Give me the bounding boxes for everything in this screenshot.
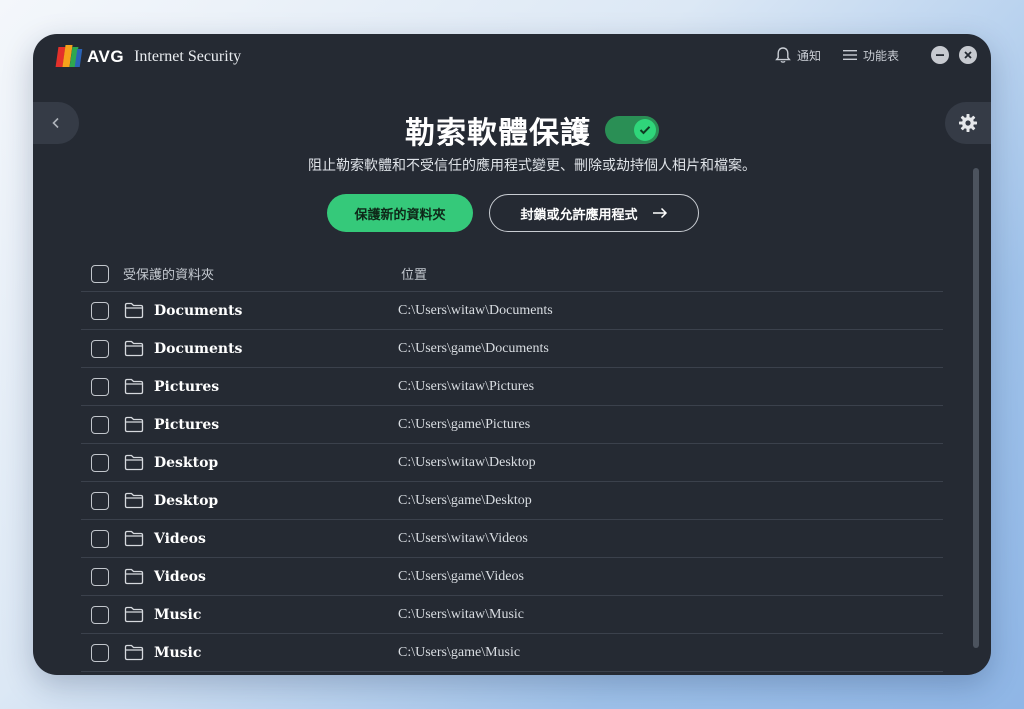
column-header-folder: 受保護的資料夾 (123, 268, 215, 283)
check-icon (639, 126, 651, 135)
row-checkbox[interactable] (91, 605, 109, 624)
table-row[interactable]: Music C:\Users\witaw\Music (81, 596, 943, 634)
protected-folders-table: 受保護的資料夾 位置 Documents C:\Users\witaw\Docum… (81, 256, 943, 672)
row-checkbox[interactable] (91, 415, 109, 434)
row-checkbox[interactable] (91, 339, 109, 358)
folder-icon (124, 568, 144, 585)
bell-icon (775, 47, 791, 63)
hamburger-menu-icon (842, 50, 857, 60)
row-checkbox[interactable] (91, 377, 109, 396)
table-row[interactable]: Pictures C:\Users\game\Pictures (81, 406, 943, 444)
page-description: 阻止勒索軟體和不受信任的應用程式變更、刪除或劫持個人相片和檔案。 (308, 158, 756, 174)
brand-name: AVG (87, 47, 125, 66)
folder-icon (124, 644, 144, 661)
avg-logo-icon (55, 43, 83, 71)
folder-location: C:\Users\game\Music (398, 644, 521, 660)
block-allow-apps-label: 封鎖或允許應用程式 (520, 207, 638, 223)
folder-location: C:\Users\game\Videos (398, 568, 524, 584)
row-checkbox[interactable] (91, 643, 109, 662)
folder-name: Music (154, 606, 202, 623)
scrollbar[interactable] (973, 168, 979, 648)
folder-location: C:\Users\witaw\Videos (398, 530, 528, 546)
app-window: AVG Internet Security 通知 功能表 勒索軟體保護 阻止勒索… (33, 34, 991, 675)
folder-location: C:\Users\game\Pictures (398, 416, 531, 432)
table-row[interactable]: Videos C:\Users\game\Videos (81, 558, 943, 596)
row-checkbox[interactable] (91, 453, 109, 472)
minimize-button[interactable] (931, 46, 949, 64)
notifications-label: 通知 (796, 48, 821, 63)
folder-location: C:\Users\game\Documents (398, 340, 549, 356)
folder-name: Music (154, 644, 202, 661)
folder-icon (124, 454, 144, 471)
folder-icon (124, 302, 144, 319)
page-title: 勒索軟體保護 (405, 116, 591, 151)
folder-name: Pictures (154, 416, 220, 433)
folder-name: Pictures (154, 378, 220, 395)
table-row[interactable]: Documents C:\Users\game\Documents (81, 330, 943, 368)
table-row[interactable]: Documents C:\Users\witaw\Documents (81, 292, 943, 330)
close-button[interactable] (959, 46, 977, 64)
table-row[interactable]: Music C:\Users\game\Music (81, 634, 943, 672)
protection-toggle[interactable] (605, 116, 659, 144)
folder-icon (124, 416, 144, 433)
folder-location: C:\Users\witaw\Music (398, 606, 524, 622)
folder-icon (124, 340, 144, 357)
folder-name: Documents (154, 340, 243, 357)
app-logo: AVG Internet Security (55, 43, 241, 71)
protect-new-folder-button[interactable]: 保護新的資料夾 (327, 194, 473, 232)
row-checkbox[interactable] (91, 567, 109, 586)
product-name: Internet Security (134, 48, 242, 65)
folder-name: Desktop (154, 492, 219, 509)
column-header-location: 位置 (401, 268, 428, 283)
menu-label: 功能表 (862, 48, 899, 63)
notifications-button[interactable]: 通知 (775, 46, 821, 64)
title-bar: AVG Internet Security 通知 功能表 (33, 34, 991, 80)
table-row[interactable]: Pictures C:\Users\witaw\Pictures (81, 368, 943, 406)
folder-icon (124, 378, 144, 395)
page-header: 勒索軟體保護 (33, 108, 991, 152)
arrow-right-icon (652, 207, 667, 219)
folder-name: Videos (154, 530, 206, 547)
folder-name: Desktop (154, 454, 219, 471)
folder-name: Videos (154, 568, 206, 585)
folder-name: Documents (154, 302, 243, 319)
folder-location: C:\Users\witaw\Desktop (398, 454, 536, 470)
row-checkbox[interactable] (91, 301, 109, 320)
toggle-knob (634, 119, 656, 141)
minimize-icon (936, 54, 944, 56)
folder-icon (124, 530, 144, 547)
close-icon (964, 51, 972, 59)
row-checkbox[interactable] (91, 529, 109, 548)
table-row[interactable]: Desktop C:\Users\witaw\Desktop (81, 444, 943, 482)
folder-location: C:\Users\witaw\Pictures (398, 378, 535, 394)
select-all-checkbox[interactable] (91, 264, 109, 283)
block-allow-apps-button[interactable]: 封鎖或允許應用程式 (489, 194, 699, 232)
action-buttons: 保護新的資料夾 封鎖或允許應用程式 (327, 194, 699, 232)
table-row[interactable]: Videos C:\Users\witaw\Videos (81, 520, 943, 558)
folder-icon (124, 606, 144, 623)
table-row[interactable]: Desktop C:\Users\game\Desktop (81, 482, 943, 520)
table-header: 受保護的資料夾 位置 (81, 256, 943, 292)
top-actions: 通知 功能表 (775, 46, 977, 64)
folder-location: C:\Users\game\Desktop (398, 492, 532, 508)
row-checkbox[interactable] (91, 491, 109, 510)
folder-icon (124, 492, 144, 509)
table-body: Documents C:\Users\witaw\Documents Documen… (81, 292, 943, 672)
folder-location: C:\Users\witaw\Documents (398, 302, 553, 318)
protect-new-folder-label: 保護新的資料夾 (354, 207, 446, 223)
menu-button[interactable]: 功能表 (842, 47, 899, 64)
